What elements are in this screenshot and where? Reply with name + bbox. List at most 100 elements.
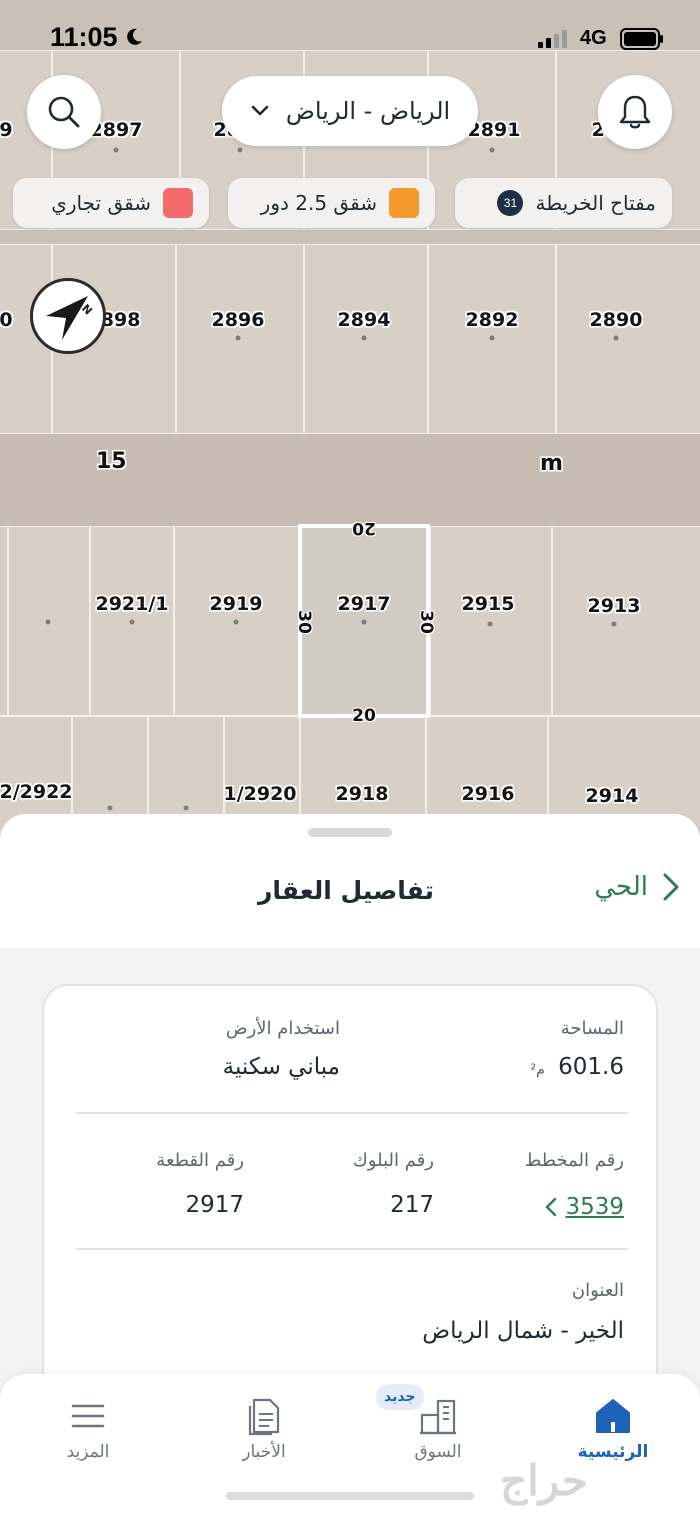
plan-number-value: 3539 bbox=[565, 1194, 624, 1220]
parcel-dim-top: 20 bbox=[352, 518, 376, 538]
sheet-header: تفاصيل العقار الحي bbox=[0, 844, 700, 948]
apartments-25-label: شقق 2.5 دور bbox=[260, 191, 377, 215]
parcel-number: 2918 bbox=[335, 783, 389, 805]
district-link[interactable]: الحي bbox=[594, 872, 680, 902]
buildings-icon bbox=[420, 1399, 456, 1435]
parcel-centroid bbox=[45, 619, 51, 625]
sheet-drag-handle[interactable] bbox=[308, 828, 392, 837]
map-key-count-badge: 31 bbox=[497, 190, 524, 216]
street bbox=[0, 434, 700, 526]
parcel-number: 2914 bbox=[585, 785, 639, 807]
nav-market-label: السوق bbox=[414, 1442, 462, 1462]
notifications-button[interactable] bbox=[598, 75, 672, 149]
signal-icon bbox=[538, 30, 567, 48]
parcel-centroid bbox=[237, 147, 243, 153]
block-number-label: رقم البلوك bbox=[352, 1150, 434, 1171]
parcel-centroid bbox=[235, 335, 241, 341]
nav-more-label: المزيد bbox=[66, 1442, 110, 1462]
district-label: الحي bbox=[594, 872, 648, 902]
street-unit-label: m bbox=[540, 451, 563, 476]
parcel-centroid bbox=[613, 335, 619, 341]
land-use-value: مباني سكنية bbox=[222, 1054, 340, 1080]
area-unit: م² bbox=[530, 1062, 545, 1078]
street-width-label: 15 bbox=[96, 449, 127, 474]
parcel-centroid bbox=[487, 621, 493, 627]
home-indicator bbox=[226, 1492, 474, 1500]
city-selector[interactable]: الرياض - الرياض bbox=[222, 76, 478, 146]
parcel-number: 2913 bbox=[587, 595, 641, 617]
plan-number-label: رقم المخطط bbox=[524, 1150, 624, 1171]
address-value: الخير - شمال الرياض bbox=[422, 1318, 624, 1344]
parcel-number: 9 bbox=[0, 119, 13, 141]
city-name: الرياض - الرياض bbox=[285, 97, 451, 125]
parcel[interactable] bbox=[552, 526, 700, 716]
parcel[interactable] bbox=[556, 244, 700, 434]
divider bbox=[76, 1248, 628, 1250]
parcel-centroid bbox=[489, 335, 495, 341]
bell-icon bbox=[619, 95, 651, 129]
parcel-number: 2894 bbox=[337, 309, 391, 331]
parcel-number: 2890 bbox=[589, 309, 643, 331]
parcel-centroid bbox=[361, 619, 367, 625]
parcel-centroid bbox=[233, 619, 239, 625]
parcel-centroid bbox=[107, 805, 113, 811]
commercial-swatch bbox=[163, 188, 193, 218]
parcel-number: 2892 bbox=[465, 309, 519, 331]
parcel-number: 2921/1 bbox=[95, 593, 169, 615]
chevron-left-icon bbox=[546, 1197, 557, 1217]
parcel-centroid bbox=[489, 147, 495, 153]
parcel-map[interactable]: 20 20 30 30 9 2897 2895 2893 2891 2889 0… bbox=[0, 0, 700, 860]
new-badge: جديد bbox=[376, 1384, 424, 1410]
parcel-number: 2917 bbox=[337, 593, 391, 615]
parcel[interactable] bbox=[0, 526, 8, 716]
nav-news[interactable]: الأخبار bbox=[194, 1374, 334, 1474]
compass-icon: N bbox=[46, 296, 95, 340]
search-button[interactable] bbox=[27, 75, 101, 149]
parcel-centroid bbox=[361, 335, 367, 341]
parcel-dim-bottom: 20 bbox=[352, 706, 376, 726]
chevron-right-icon bbox=[663, 873, 679, 901]
area-label: المساحة bbox=[560, 1018, 624, 1039]
area-value-row: 601.6 م² bbox=[531, 1054, 624, 1080]
news-icon bbox=[248, 1398, 280, 1436]
land-use-label: استخدام الأرض bbox=[225, 1018, 340, 1039]
bottom-navigation: الرئيسية السوق جديد الأخبار المزيد حراج bbox=[0, 1374, 700, 1514]
home-icon bbox=[596, 1399, 630, 1433]
parcel-number: 0 bbox=[0, 309, 13, 331]
network-label: 4G bbox=[580, 27, 607, 49]
status-time: 11:05 bbox=[50, 22, 118, 52]
apartments-25-swatch bbox=[389, 188, 419, 218]
parcel-centroid bbox=[611, 621, 617, 627]
area-value: 601.6 bbox=[558, 1054, 624, 1080]
parcel-number: 2916 bbox=[461, 783, 515, 805]
parcel-centroid bbox=[113, 147, 119, 153]
parcel-centroid bbox=[183, 805, 189, 811]
watermark: حراج bbox=[500, 1456, 588, 1505]
parcel-dim-left: 30 bbox=[294, 610, 314, 634]
divider bbox=[76, 1112, 628, 1114]
moon-icon bbox=[127, 28, 142, 45]
parcel-number: 1/2920 bbox=[223, 783, 297, 805]
nav-news-label: الأخبار bbox=[242, 1442, 286, 1462]
parcel-number: 2919 bbox=[209, 593, 263, 615]
block-number-value: 217 bbox=[390, 1192, 434, 1218]
nav-home-label: الرئيسية bbox=[577, 1442, 649, 1462]
parcel-centroid bbox=[129, 619, 135, 625]
plan-number-link[interactable]: 3539 bbox=[545, 1194, 624, 1220]
chevron-down-icon bbox=[251, 105, 269, 116]
parcel-number: 2896 bbox=[211, 309, 265, 331]
status-bar: 11:05 4G bbox=[0, 18, 700, 58]
parcel-number: 2915 bbox=[461, 593, 515, 615]
parcel-number-value: 2917 bbox=[185, 1192, 244, 1218]
battery-icon bbox=[620, 28, 663, 50]
parcel-number: 2/2922 bbox=[0, 781, 73, 803]
map-key-label: مفتاح الخريطة bbox=[535, 191, 656, 215]
nav-more[interactable]: المزيد bbox=[18, 1374, 158, 1474]
commercial-label: شقق تجاري bbox=[51, 191, 151, 215]
parcel-number-label: رقم القطعة bbox=[156, 1150, 244, 1171]
compass-button[interactable]: N bbox=[30, 278, 106, 354]
menu-icon bbox=[71, 1404, 105, 1428]
apartments-25-chip[interactable]: شقق 2.5 دور bbox=[228, 178, 435, 228]
map-key-chip[interactable]: مفتاح الخريطة 31 bbox=[455, 178, 672, 228]
commercial-chip[interactable]: شقق تجاري bbox=[13, 178, 209, 228]
